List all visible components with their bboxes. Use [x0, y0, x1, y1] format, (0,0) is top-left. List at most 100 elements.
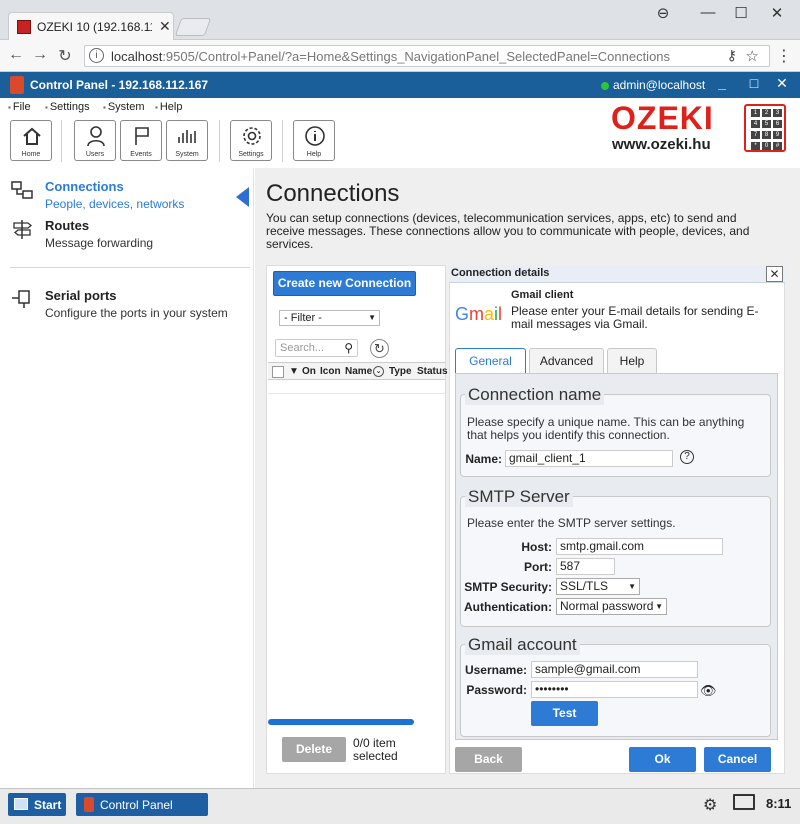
- help-question-icon[interactable]: ?: [680, 450, 694, 464]
- system-button[interactable]: System: [166, 120, 208, 161]
- search-icon[interactable]: ⚲: [344, 341, 353, 355]
- select-all-checkbox[interactable]: [272, 366, 284, 378]
- nav-serial-title: Serial ports: [45, 288, 117, 303]
- connection-name-hint: Please specify a unique name. This can b…: [467, 415, 745, 442]
- caret-down-icon: ▼: [655, 602, 663, 611]
- taskbar-control-panel[interactable]: Control Panel: [76, 793, 208, 816]
- nav-connections-title: Connections: [45, 179, 124, 194]
- search-placeholder: Search...: [280, 342, 325, 354]
- monitor-tray-icon[interactable]: [733, 794, 755, 810]
- info-icon[interactable]: i: [89, 48, 104, 63]
- page-title: Connections: [266, 180, 400, 207]
- close-tab-icon[interactable]: ✕: [159, 18, 171, 35]
- ozeki-logo: OZEKI: [611, 100, 714, 136]
- toolbar-separator: [61, 120, 62, 162]
- close-window-icon[interactable]: ✕: [762, 4, 792, 22]
- col-type[interactable]: Type: [389, 366, 412, 377]
- filter-select[interactable]: - Filter - ▼: [279, 310, 380, 326]
- url-host: localhost: [111, 49, 163, 64]
- authentication-select[interactable]: Normal password ▼: [556, 598, 667, 615]
- settings-button[interactable]: Settings: [230, 120, 272, 161]
- sort-caret-icon[interactable]: ▼: [289, 366, 299, 377]
- back-button[interactable]: Back: [455, 747, 522, 772]
- network-tray-icon[interactable]: ⚙: [703, 795, 717, 815]
- url-input[interactable]: i localhost:9505/Control+Panel/?a=Home&S…: [84, 45, 770, 67]
- app-minimize-icon[interactable]: _: [711, 75, 733, 95]
- cancel-button[interactable]: Cancel: [704, 747, 771, 772]
- minimize-window-icon[interactable]: —: [693, 4, 723, 21]
- browser-menu-icon[interactable]: ⋮: [776, 46, 792, 66]
- ozeki-url: www.ozeki.hu: [612, 136, 711, 153]
- back-arrow-icon[interactable]: ←: [6, 46, 26, 64]
- service-name: Gmail client: [511, 289, 574, 301]
- info-circle-icon: [305, 126, 325, 146]
- menu-settings[interactable]: Settings: [45, 101, 90, 113]
- refresh-icon[interactable]: ↻: [370, 339, 389, 358]
- col-name[interactable]: Name: [345, 366, 372, 377]
- profile-icon[interactable]: ⊖: [648, 4, 678, 22]
- nav-item-connections[interactable]: Connections People, devices, networks: [8, 173, 248, 215]
- browser-tab-title: OZEKI 10 (192.168.112.16: [37, 20, 152, 34]
- help-label: Help: [306, 151, 322, 158]
- close-details-icon[interactable]: ✕: [766, 266, 783, 282]
- horizontal-scrollbar[interactable]: [268, 719, 414, 725]
- reload-icon[interactable]: ↻: [55, 46, 75, 66]
- smtp-hint: Please enter the SMTP server settings.: [467, 516, 676, 530]
- nav-item-routes[interactable]: Routes Message forwarding: [8, 212, 248, 254]
- current-user[interactable]: admin@localhost: [613, 78, 705, 92]
- nav-item-serial-ports[interactable]: Serial ports Configure the ports in your…: [8, 282, 248, 324]
- details-title: Connection details: [451, 267, 550, 279]
- home-button[interactable]: Home: [10, 120, 52, 161]
- flag-icon: [135, 127, 149, 145]
- menu-file[interactable]: File: [8, 101, 31, 113]
- start-icon: [14, 798, 28, 810]
- ok-button[interactable]: Ok: [629, 747, 696, 772]
- online-status-icon: [601, 82, 609, 90]
- caret-down-icon: ▼: [628, 582, 636, 591]
- settings-label: Settings: [238, 151, 264, 158]
- maximize-window-icon[interactable]: ☐: [726, 4, 756, 22]
- selection-count: 0/0 item selected: [353, 736, 398, 763]
- smtp-security-select[interactable]: SSL/TLS ▼: [556, 578, 640, 595]
- app-close-icon[interactable]: ✕: [771, 75, 793, 95]
- name-field[interactable]: gmail_client_1: [505, 450, 673, 467]
- tab-help[interactable]: Help: [607, 348, 657, 374]
- show-password-eye-icon[interactable]: 👁: [700, 683, 717, 699]
- col-status[interactable]: Status: [417, 366, 448, 377]
- test-button[interactable]: Test: [531, 701, 598, 726]
- host-field[interactable]: smtp.gmail.com: [556, 538, 723, 555]
- browser-tab[interactable]: OZEKI 10 (192.168.112.16 ✕: [8, 12, 174, 40]
- menu-help[interactable]: Help: [155, 101, 183, 113]
- gmail-account-title: Gmail account: [465, 635, 580, 655]
- tab-general[interactable]: General: [455, 348, 526, 374]
- app-maximize-icon[interactable]: □: [743, 75, 765, 95]
- menu-system[interactable]: System: [103, 101, 145, 113]
- name-label: Name:: [465, 452, 502, 466]
- toolbar-separator: [282, 120, 283, 162]
- nav-connections-subtitle: People, devices, networks: [45, 197, 185, 211]
- toolbar-separator: [219, 120, 220, 162]
- username-field[interactable]: sample@gmail.com: [531, 661, 698, 678]
- service-description: Please enter your E-mail details for sen…: [511, 304, 759, 331]
- delete-button[interactable]: Delete: [282, 737, 346, 762]
- password-field[interactable]: ••••••••: [531, 681, 698, 698]
- create-new-connection-button[interactable]: Create new Connection: [273, 271, 416, 296]
- port-field[interactable]: 587: [556, 558, 615, 575]
- tab-advanced[interactable]: Advanced: [529, 348, 604, 374]
- keypad-logo-icon: 1 2 3 4 5 6 7 8 9 * 0 #: [744, 104, 786, 152]
- users-button[interactable]: Users: [74, 120, 116, 161]
- search-input[interactable]: Search... ⚲: [275, 339, 358, 357]
- events-button[interactable]: Events: [120, 120, 162, 161]
- serial-port-icon: [12, 290, 30, 308]
- forward-arrow-icon[interactable]: →: [30, 46, 50, 64]
- bookmark-star-icon[interactable]: ☆: [746, 47, 759, 65]
- control-panel-icon: [84, 797, 94, 812]
- col-icon[interactable]: Icon: [320, 366, 341, 377]
- help-button[interactable]: Help: [293, 120, 335, 161]
- gmail-logo-icon: Gmail: [455, 304, 503, 324]
- start-button[interactable]: Start: [8, 793, 66, 816]
- key-icon[interactable]: ⚷: [727, 47, 737, 64]
- home-icon: [23, 127, 41, 145]
- sort-toggle-icon[interactable]: ⌄: [373, 366, 384, 377]
- col-on[interactable]: On: [302, 366, 316, 377]
